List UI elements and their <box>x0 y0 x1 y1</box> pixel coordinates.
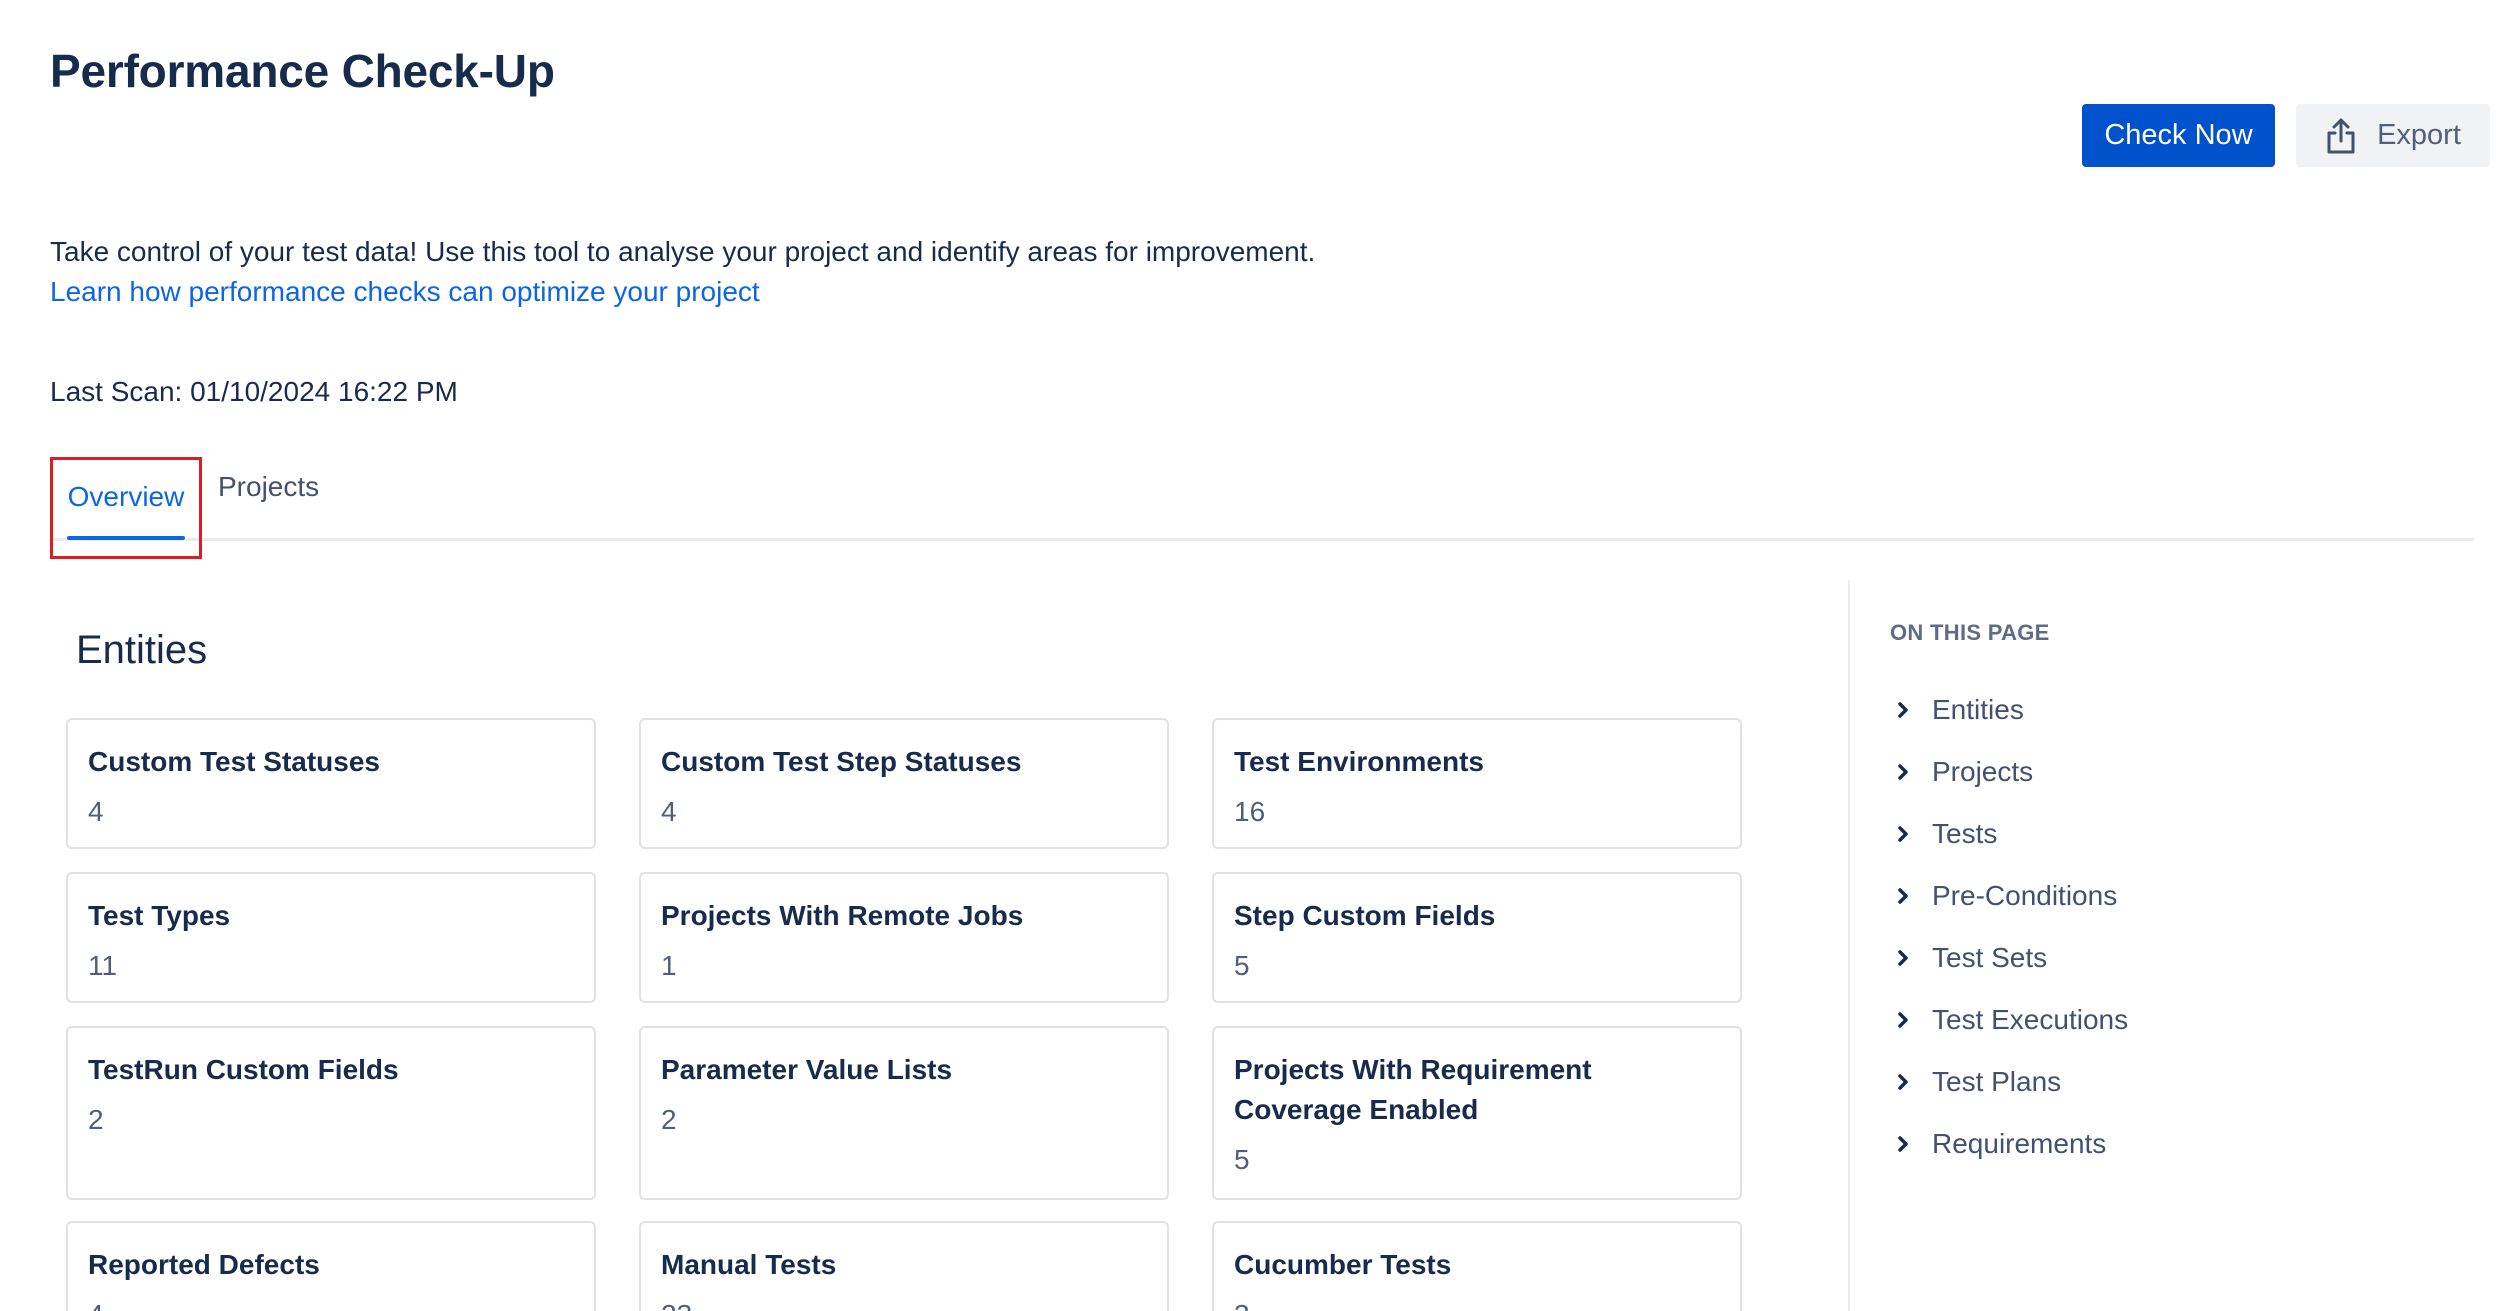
toc-item-label: Test Plans <box>1932 1066 2062 1097</box>
tab-overview-label: Overview <box>67 481 185 512</box>
entity-card-title: Parameter Value Lists <box>661 1054 953 1085</box>
last-scan: Last Scan: 01/10/2024 16:22 PM <box>50 376 458 407</box>
entity-card-value: 2 <box>88 1104 104 1135</box>
page-title: Performance Check-Up <box>50 45 555 97</box>
toc-item-requirements[interactable]: Requirements <box>1890 1104 2128 1184</box>
toc-item-label: Test Executions <box>1932 1004 2129 1035</box>
intro: Take control of your test data! Use this… <box>50 232 1315 312</box>
entity-card-title: Test Types <box>88 900 231 931</box>
entity-card: Reported Defects 4 <box>66 1221 596 1311</box>
chevron-right-icon <box>1898 950 1908 966</box>
entity-card: TestRun Custom Fields 2 <box>66 1026 596 1200</box>
entity-card: Custom Test Step Statuses 4 <box>639 718 1169 849</box>
chevron-right-icon <box>1898 888 1908 904</box>
toc-item-label: Entities <box>1932 694 2024 725</box>
learn-more-link[interactable]: Learn how performance checks can optimiz… <box>50 272 1315 312</box>
entity-card-title: Custom Test Step Statuses <box>661 746 1022 777</box>
entity-card-title: Projects With Remote Jobs <box>661 900 1024 931</box>
chevron-right-icon <box>1898 1136 1908 1152</box>
entity-card-value: 4 <box>88 796 104 827</box>
entity-card-title: Cucumber Tests <box>1234 1249 1452 1280</box>
entity-card-title: Manual Tests <box>661 1249 837 1280</box>
export-button[interactable]: Export <box>2296 104 2490 167</box>
entity-card: Projects With Remote Jobs 1 <box>639 872 1169 1003</box>
entity-card: Step Custom Fields 5 <box>1212 872 1742 1003</box>
intro-text: Take control of your test data! Use this… <box>50 236 1316 267</box>
entity-card-value: 3 <box>1234 1295 1720 1311</box>
chevron-right-icon <box>1898 764 1908 780</box>
toc-item-label: Test Sets <box>1932 942 2048 973</box>
chevron-right-icon <box>1898 702 1908 718</box>
entity-card: Custom Test Statuses 4 <box>66 718 596 849</box>
entity-card: Projects With Requirement Coverage Enabl… <box>1212 1026 1742 1200</box>
entity-card: Parameter Value Lists 2 <box>639 1026 1169 1200</box>
check-now-button[interactable]: Check Now <box>2082 104 2275 167</box>
export-button-label: Export <box>2377 119 2461 151</box>
entity-card: Test Environments 16 <box>1212 718 1742 849</box>
tab-projects[interactable]: Projects <box>218 447 319 527</box>
toc-item-label: Requirements <box>1932 1128 2107 1159</box>
entity-card-title: Reported Defects <box>88 1249 320 1280</box>
entity-card-value: 11 <box>88 950 118 981</box>
entity-card-value: 2 <box>661 1104 677 1135</box>
entity-card-value: 4 <box>88 1295 574 1311</box>
entity-card: Test Types 11 <box>66 872 596 1003</box>
entity-card: Manual Tests 23 <box>639 1221 1169 1311</box>
entity-card-title: TestRun Custom Fields <box>88 1054 399 1085</box>
active-tab-indicator <box>67 536 185 540</box>
on-this-page-nav: ON THIS PAGE Entities Projects Tests Pre… <box>1890 620 2128 1184</box>
sidebar-divider <box>1848 580 1850 1311</box>
chevron-right-icon <box>1898 1074 1908 1090</box>
tab-bar: Overview Projects <box>50 457 2474 559</box>
toc-item-label: Tests <box>1932 818 1998 849</box>
toc-item-label: Projects <box>1932 756 2034 787</box>
chevron-right-icon <box>1898 826 1908 842</box>
chevron-right-icon <box>1898 1012 1908 1028</box>
entity-card-value: 16 <box>1234 796 1266 827</box>
entity-card-title: Test Environments <box>1234 746 1484 777</box>
entity-card: Cucumber Tests 3 <box>1212 1221 1742 1311</box>
entity-card-value: 5 <box>1234 950 1250 981</box>
tab-overview[interactable]: Overview <box>50 457 202 559</box>
entities-heading: Entities <box>76 628 208 672</box>
entity-card-value: 23 <box>661 1295 1147 1311</box>
entity-card-title: Projects With Requirement Coverage Enabl… <box>1234 1054 1592 1125</box>
entity-card-value: 5 <box>1234 1144 1250 1175</box>
entity-card-value: 4 <box>661 796 677 827</box>
toc-heading: ON THIS PAGE <box>1890 620 2050 645</box>
entity-card-title: Custom Test Statuses <box>88 746 380 777</box>
tab-projects-label: Projects <box>218 471 320 502</box>
toc-item-label: Pre-Conditions <box>1932 880 2118 911</box>
entity-card-value: 1 <box>661 950 677 981</box>
share-upload-icon <box>2327 118 2355 153</box>
entity-card-title: Step Custom Fields <box>1234 900 1496 931</box>
